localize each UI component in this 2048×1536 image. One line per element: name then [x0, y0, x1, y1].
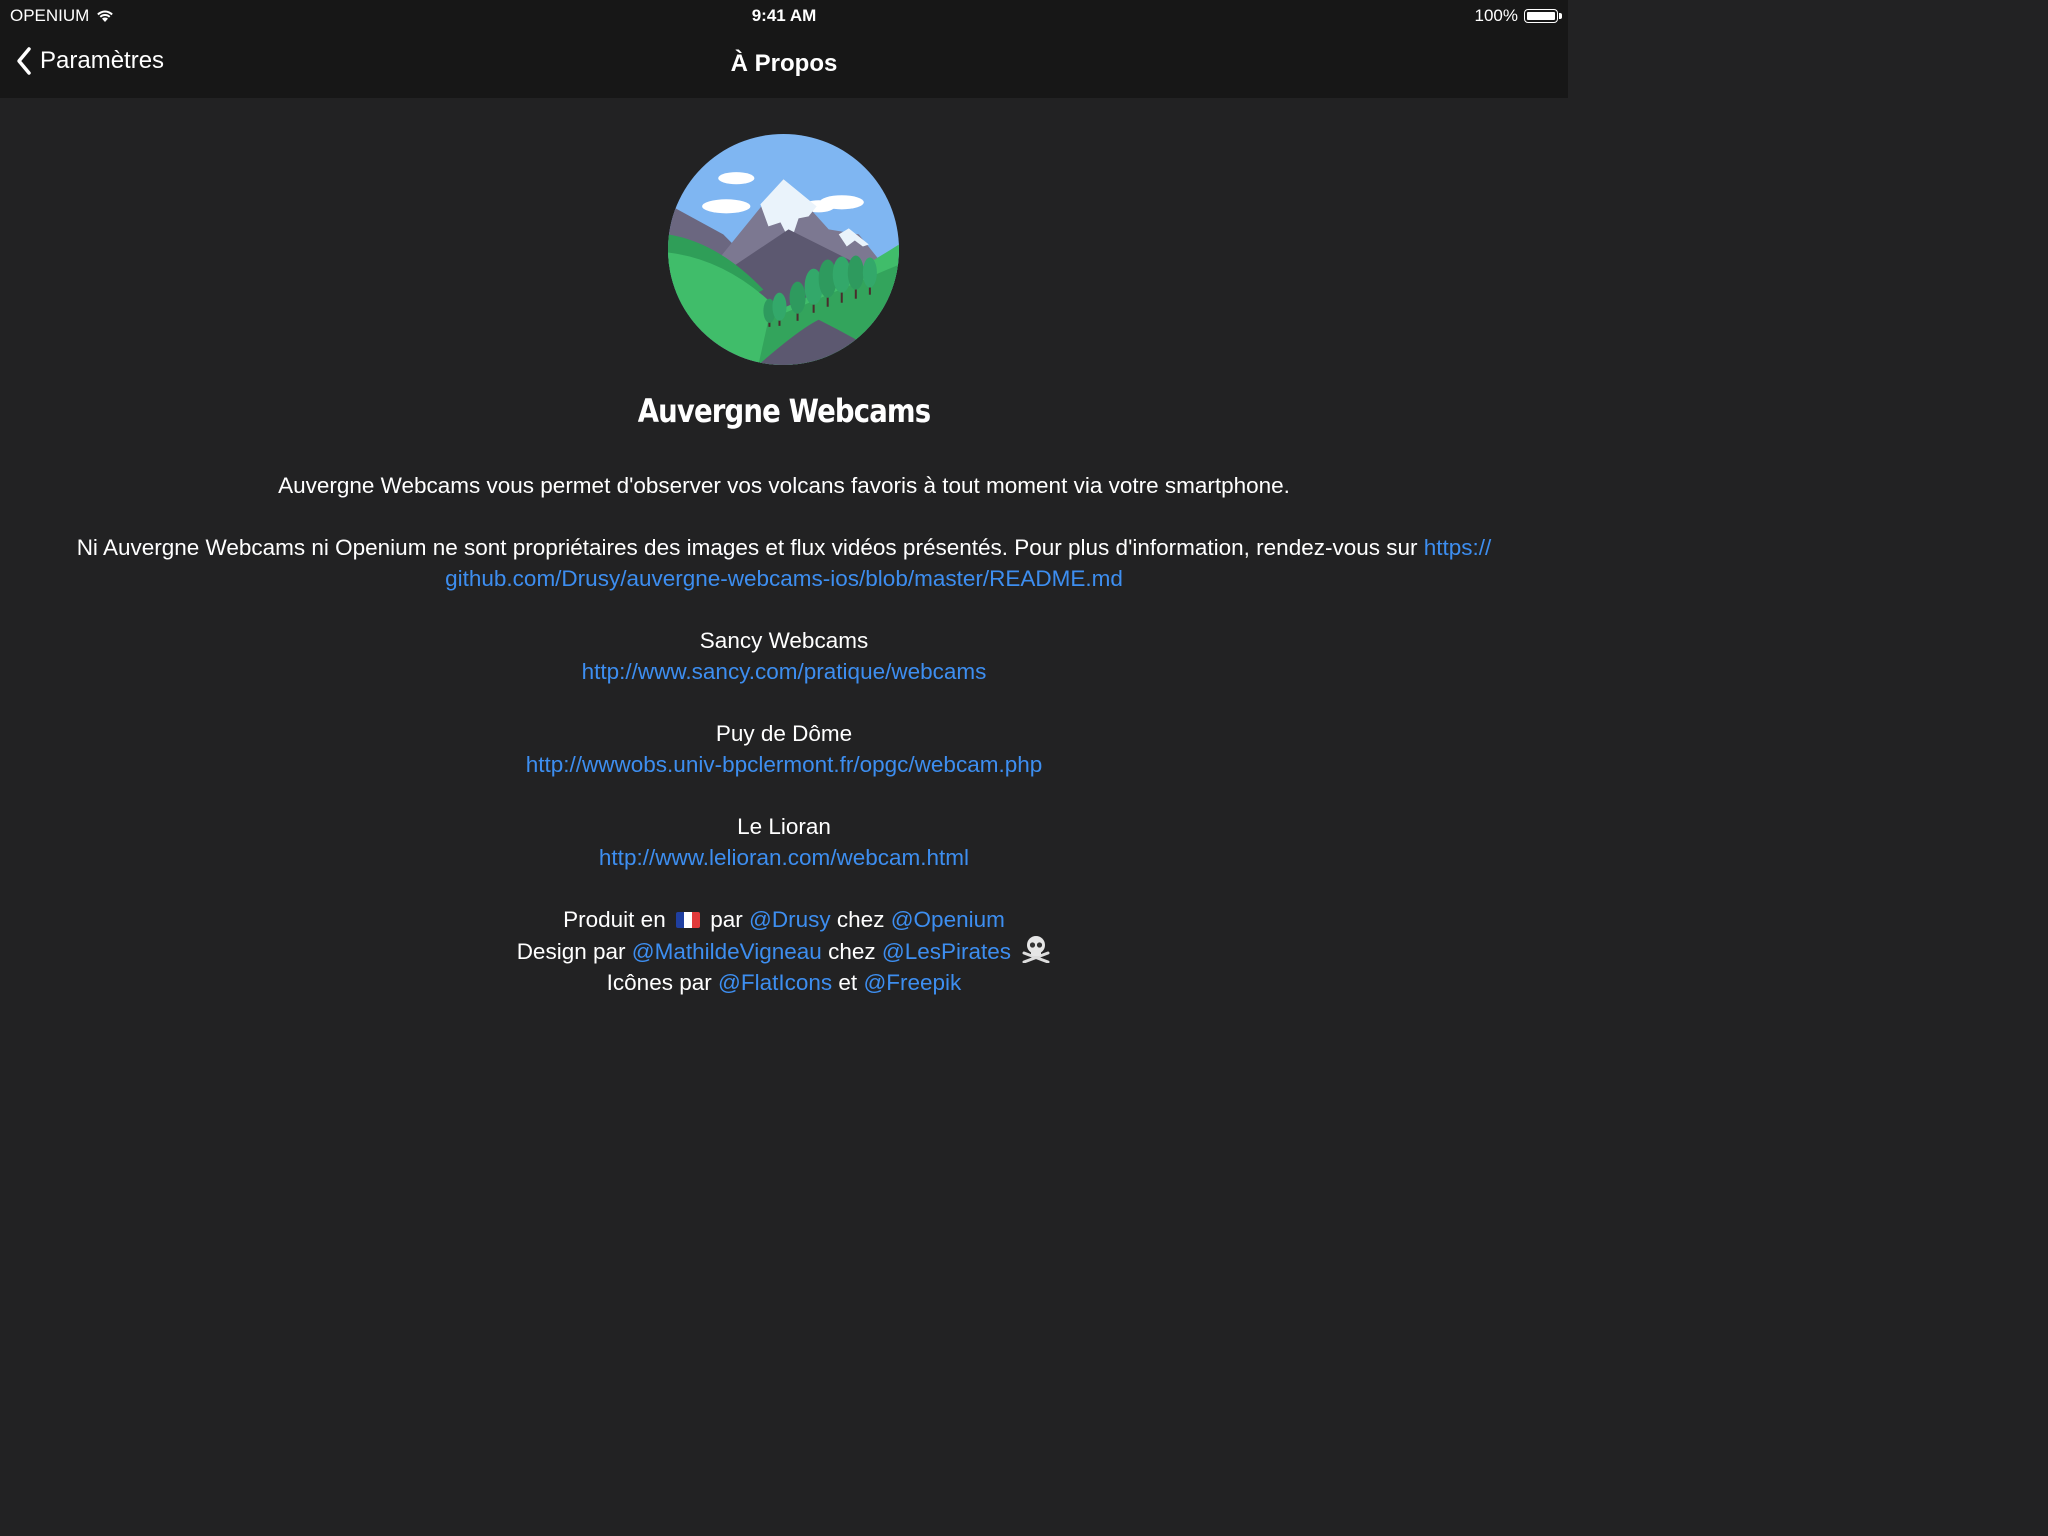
credits-produced-par: par: [710, 907, 743, 932]
credits-design-line: Design par @MathildeVigneau chez @LesPir…: [0, 935, 1568, 967]
credits-icons-et: et: [838, 970, 858, 995]
credits-produced-line: Produit en par @Drusy chez @Openium: [0, 904, 1568, 935]
lespirates-link[interactable]: @LesPirates: [882, 939, 1011, 964]
app-name: Auvergne Webcams: [637, 392, 931, 430]
credits-icons-line: Icônes par @FlatIcons et @Freepik: [0, 967, 1568, 998]
battery-percent: 100%: [1474, 6, 1518, 25]
disclaimer-paragraph: Ni Auvergne Webcams ni Openium ne sont p…: [0, 532, 1568, 594]
credits-produced-chez: chez: [836, 907, 885, 932]
source-le-lioran-name: Le Lioran: [737, 814, 831, 839]
credits-produced-prefix: Produit en: [563, 907, 666, 932]
openium-link[interactable]: @Openium: [891, 907, 1005, 932]
status-bar: OPENIUM 9:41 AM 100%: [0, 0, 1568, 32]
mathildevigneau-link[interactable]: @MathildeVigneau: [632, 939, 822, 964]
about-content: Auvergne Webcams vous permet d'observer …: [0, 470, 1568, 998]
credits-design-chez: chez: [828, 939, 876, 964]
drusy-link[interactable]: @Drusy: [749, 907, 831, 932]
status-time: 9:41 AM: [751, 6, 817, 25]
credits-icons-prefix: Icônes par: [606, 970, 712, 995]
source-le-lioran-link[interactable]: http://www.lelioran.com/webcam.html: [599, 845, 969, 870]
top-bar: OPENIUM 9:41 AM 100% Paramètres À Propos: [0, 0, 1568, 98]
france-flag-icon: [675, 912, 700, 928]
disclaimer-text: Ni Auvergne Webcams ni Openium ne sont p…: [76, 535, 1424, 560]
battery-icon: [1524, 9, 1562, 23]
readme-link-part2[interactable]: github.com/Drusy/auvergne-webcams-ios/bl…: [445, 566, 1123, 591]
navigation-bar: Paramètres À Propos: [0, 32, 1568, 98]
source-puy-de-dome-link[interactable]: http://wwwobs.univ-bpclermont.fr/opgc/we…: [526, 752, 1043, 777]
source-sancy-link[interactable]: http://www.sancy.com/pratique/webcams: [582, 659, 987, 684]
page-title: À Propos: [730, 50, 838, 77]
skull-crossbones-icon: [1022, 936, 1050, 963]
credits-design-prefix: Design par: [516, 939, 626, 964]
readme-link-part1[interactable]: https://: [1424, 535, 1492, 560]
app-description: Auvergne Webcams vous permet d'observer …: [278, 473, 1290, 498]
source-puy-de-dome-name: Puy de Dôme: [715, 721, 853, 746]
source-sancy-name: Sancy Webcams: [699, 628, 869, 653]
app-logo-mountain-icon: [668, 134, 899, 365]
freepik-link[interactable]: @Freepik: [863, 970, 961, 995]
battery-info: 100%: [1474, 6, 1562, 26]
flaticons-link[interactable]: @FlatIcons: [718, 970, 832, 995]
